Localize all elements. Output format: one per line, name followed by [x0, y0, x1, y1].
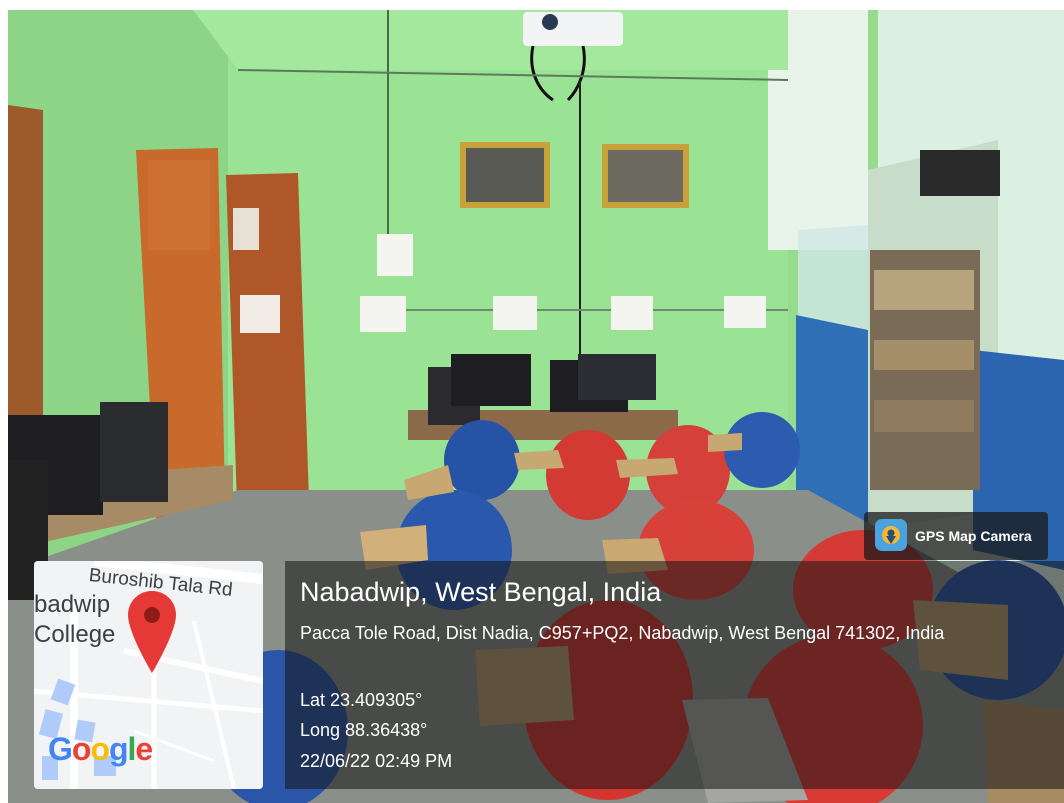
location-title: Nabadwip, West Bengal, India: [300, 577, 662, 607]
app-badge-label: GPS Map Camera: [915, 528, 1032, 544]
location-address: Pacca Tole Road, Dist Nadia, C957+PQ2, N…: [300, 623, 945, 643]
map-area-label-line1: badwip: [34, 591, 111, 618]
location-map-thumbnail: Buroshib Tala Rd badwip College Google: [34, 561, 263, 789]
map-area-label-line2: College: [34, 621, 116, 648]
latitude-text: Lat 23.409305°: [300, 690, 423, 710]
gps-camera-app-icon: [875, 519, 907, 551]
google-logo: Google: [48, 731, 153, 767]
location-pin-icon: [128, 591, 176, 673]
photo-frame: Buroshib Tala Rd badwip College Google N…: [0, 0, 1064, 803]
timestamp-text: 22/06/22 02:49 PM: [300, 751, 453, 771]
longitude-text: Long 88.36438°: [300, 720, 428, 740]
